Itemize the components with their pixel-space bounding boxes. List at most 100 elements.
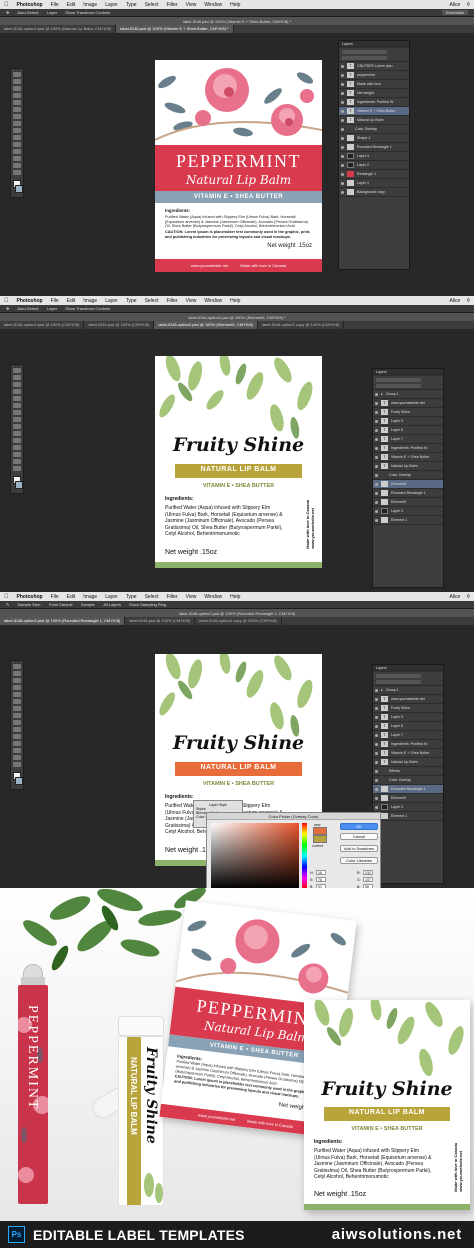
tool-icon[interactable] <box>13 720 21 725</box>
doc-tab-active[interactable]: label-ID46.psd @ 100% (Vitamin E + Shea … <box>116 25 234 33</box>
auto-select-label[interactable]: Auto-Select: <box>17 306 39 311</box>
tool-icon[interactable] <box>13 375 21 380</box>
layer-row[interactable]: T Vitamin E + Shea Butter <box>373 453 443 462</box>
layer-row-selected[interactable]: Element9 <box>373 480 443 489</box>
show-transform-checkbox[interactable]: Show Transform Controls <box>65 306 110 311</box>
eye-icon[interactable] <box>375 482 378 486</box>
saturation-brightness-field[interactable] <box>211 823 299 889</box>
user-name[interactable]: Alice <box>449 594 460 600</box>
layer-row[interactable]: Element 1 <box>373 812 443 821</box>
layer-row[interactable]: Rectangle 1 <box>339 170 409 179</box>
menu-image[interactable]: Image <box>83 2 97 8</box>
layer-row-selected[interactable]: T Vitamin E + Shea Butter <box>339 107 409 116</box>
menu-type[interactable]: Type <box>126 2 137 8</box>
tool-icon[interactable] <box>13 72 21 77</box>
layer-row[interactable]: Layer 1 <box>339 179 409 188</box>
eye-icon[interactable] <box>375 742 378 746</box>
menu-image[interactable]: Image <box>83 594 97 600</box>
menu-file[interactable]: File <box>51 594 59 600</box>
tool-icon[interactable] <box>13 410 21 415</box>
layer-effect-row[interactable]: Color Overlay <box>339 125 409 134</box>
layer-row[interactable]: T Fruity Shine <box>373 704 443 713</box>
tool-icon[interactable] <box>13 121 21 126</box>
tool-icon[interactable] <box>13 424 21 429</box>
tool-icon[interactable] <box>13 396 21 401</box>
tool-icon[interactable] <box>13 403 21 408</box>
eye-icon[interactable] <box>375 688 378 692</box>
eye-icon[interactable] <box>375 500 378 504</box>
menu-window[interactable]: Window <box>204 298 222 304</box>
menu-window[interactable]: Window <box>204 594 222 600</box>
eye-icon[interactable] <box>375 392 378 396</box>
layer-row[interactable]: T Natural Lip Balm <box>373 758 443 767</box>
eye-icon[interactable] <box>341 82 344 86</box>
layer-row[interactable]: Twww.yourwebsite.net <box>373 399 443 408</box>
layer-row[interactable]: T Natural Lip Balm <box>373 462 443 471</box>
tool-icon[interactable] <box>13 431 21 436</box>
tool-icon[interactable] <box>13 170 21 175</box>
g-field[interactable]: 107 <box>363 877 373 882</box>
tool-icon[interactable] <box>13 100 21 105</box>
ok-button[interactable]: OK <box>340 823 378 830</box>
tool-icon[interactable] <box>13 713 21 718</box>
doc-tab[interactable]: label-ID46-option2.psd @ 100% (CMYK/8) <box>0 321 85 329</box>
menu-view[interactable]: View <box>186 298 197 304</box>
layer-row[interactable]: T Ingredients: Purified W <box>339 98 409 107</box>
eye-icon[interactable] <box>375 733 378 737</box>
doc-tab-active[interactable]: label-ID46-option2.psd @ 100% (Rounded R… <box>0 617 126 625</box>
layers-panel-title[interactable]: Layers <box>373 369 443 376</box>
layer-row[interactable]: Layer 3 <box>373 803 443 812</box>
menu-select[interactable]: Select <box>145 594 159 600</box>
menu-filter[interactable]: Filter <box>166 594 177 600</box>
eye-icon[interactable] <box>341 100 344 104</box>
layer-group-row[interactable]: ▸ Group 1 <box>373 686 443 695</box>
menu-edit[interactable]: Edit <box>67 298 76 304</box>
eye-icon[interactable] <box>375 751 378 755</box>
eye-icon[interactable] <box>341 91 344 95</box>
menu-help[interactable]: Help <box>230 2 240 8</box>
eye-icon[interactable] <box>375 796 378 800</box>
tool-icon[interactable] <box>13 685 21 690</box>
cancel-button[interactable]: Cancel <box>340 833 378 840</box>
layer-effect-row[interactable]: Color Overlay <box>373 776 443 785</box>
eye-icon[interactable] <box>375 401 378 405</box>
search-icon[interactable]: ⚲ <box>466 594 470 600</box>
layer-row[interactable]: T Ingredients: Purified W <box>373 444 443 453</box>
layer-effect-row[interactable]: Effects <box>373 767 443 776</box>
layer-row[interactable]: Layer 3 <box>373 507 443 516</box>
eye-icon[interactable] <box>375 419 378 423</box>
menu-select[interactable]: Select <box>145 2 159 8</box>
eye-icon[interactable] <box>375 787 378 791</box>
layer-row[interactable]: T Ingredients: Purified W <box>373 740 443 749</box>
doc-tab[interactable]: label-ID46-option2 copy @ 100% (CMYK/8) <box>195 617 282 625</box>
menu-app-name[interactable]: Photoshop <box>17 2 43 8</box>
layer-row[interactable]: T Natural Lip Balm <box>339 116 409 125</box>
layer-group-row[interactable]: ▸ Group 1 <box>373 390 443 399</box>
tool-icon[interactable] <box>13 114 21 119</box>
apple-icon[interactable]:  <box>4 594 9 600</box>
tool-icon[interactable] <box>13 706 21 711</box>
eye-icon[interactable] <box>341 163 344 167</box>
layers-panel-title[interactable]: Layers <box>373 665 443 672</box>
eye-icon[interactable] <box>375 778 378 782</box>
tool-icon[interactable] <box>13 755 21 760</box>
eye-icon[interactable] <box>341 118 344 122</box>
layer-row[interactable]: T Layer 7 <box>373 435 443 444</box>
layer-row[interactable]: T Layer 9 <box>373 713 443 722</box>
menu-layer[interactable]: Layer <box>105 594 118 600</box>
layers-panel-title[interactable]: Layers <box>339 41 409 48</box>
layer-row[interactable]: Twww.yourwebsite.net <box>373 695 443 704</box>
menu-edit[interactable]: Edit <box>67 594 76 600</box>
eye-icon[interactable] <box>375 724 378 728</box>
layer-row[interactable]: T Fruity Shine <box>373 408 443 417</box>
tool-icon[interactable] <box>13 156 21 161</box>
sampling-ring-checkbox[interactable]: Show Sampling Ring <box>129 602 166 607</box>
doc-tab[interactable]: label-ID46.psd @ 100% (CMYK/8) <box>125 617 196 625</box>
doc-tab[interactable]: label-ID46.psd @ 100% (CMYK/8) <box>84 321 155 329</box>
menu-view[interactable]: View <box>186 2 197 8</box>
tool-icon[interactable] <box>13 727 21 732</box>
menu-help[interactable]: Help <box>230 594 240 600</box>
menu-file[interactable]: File <box>51 298 59 304</box>
menu-view[interactable]: View <box>186 594 197 600</box>
tool-icon[interactable] <box>13 671 21 676</box>
